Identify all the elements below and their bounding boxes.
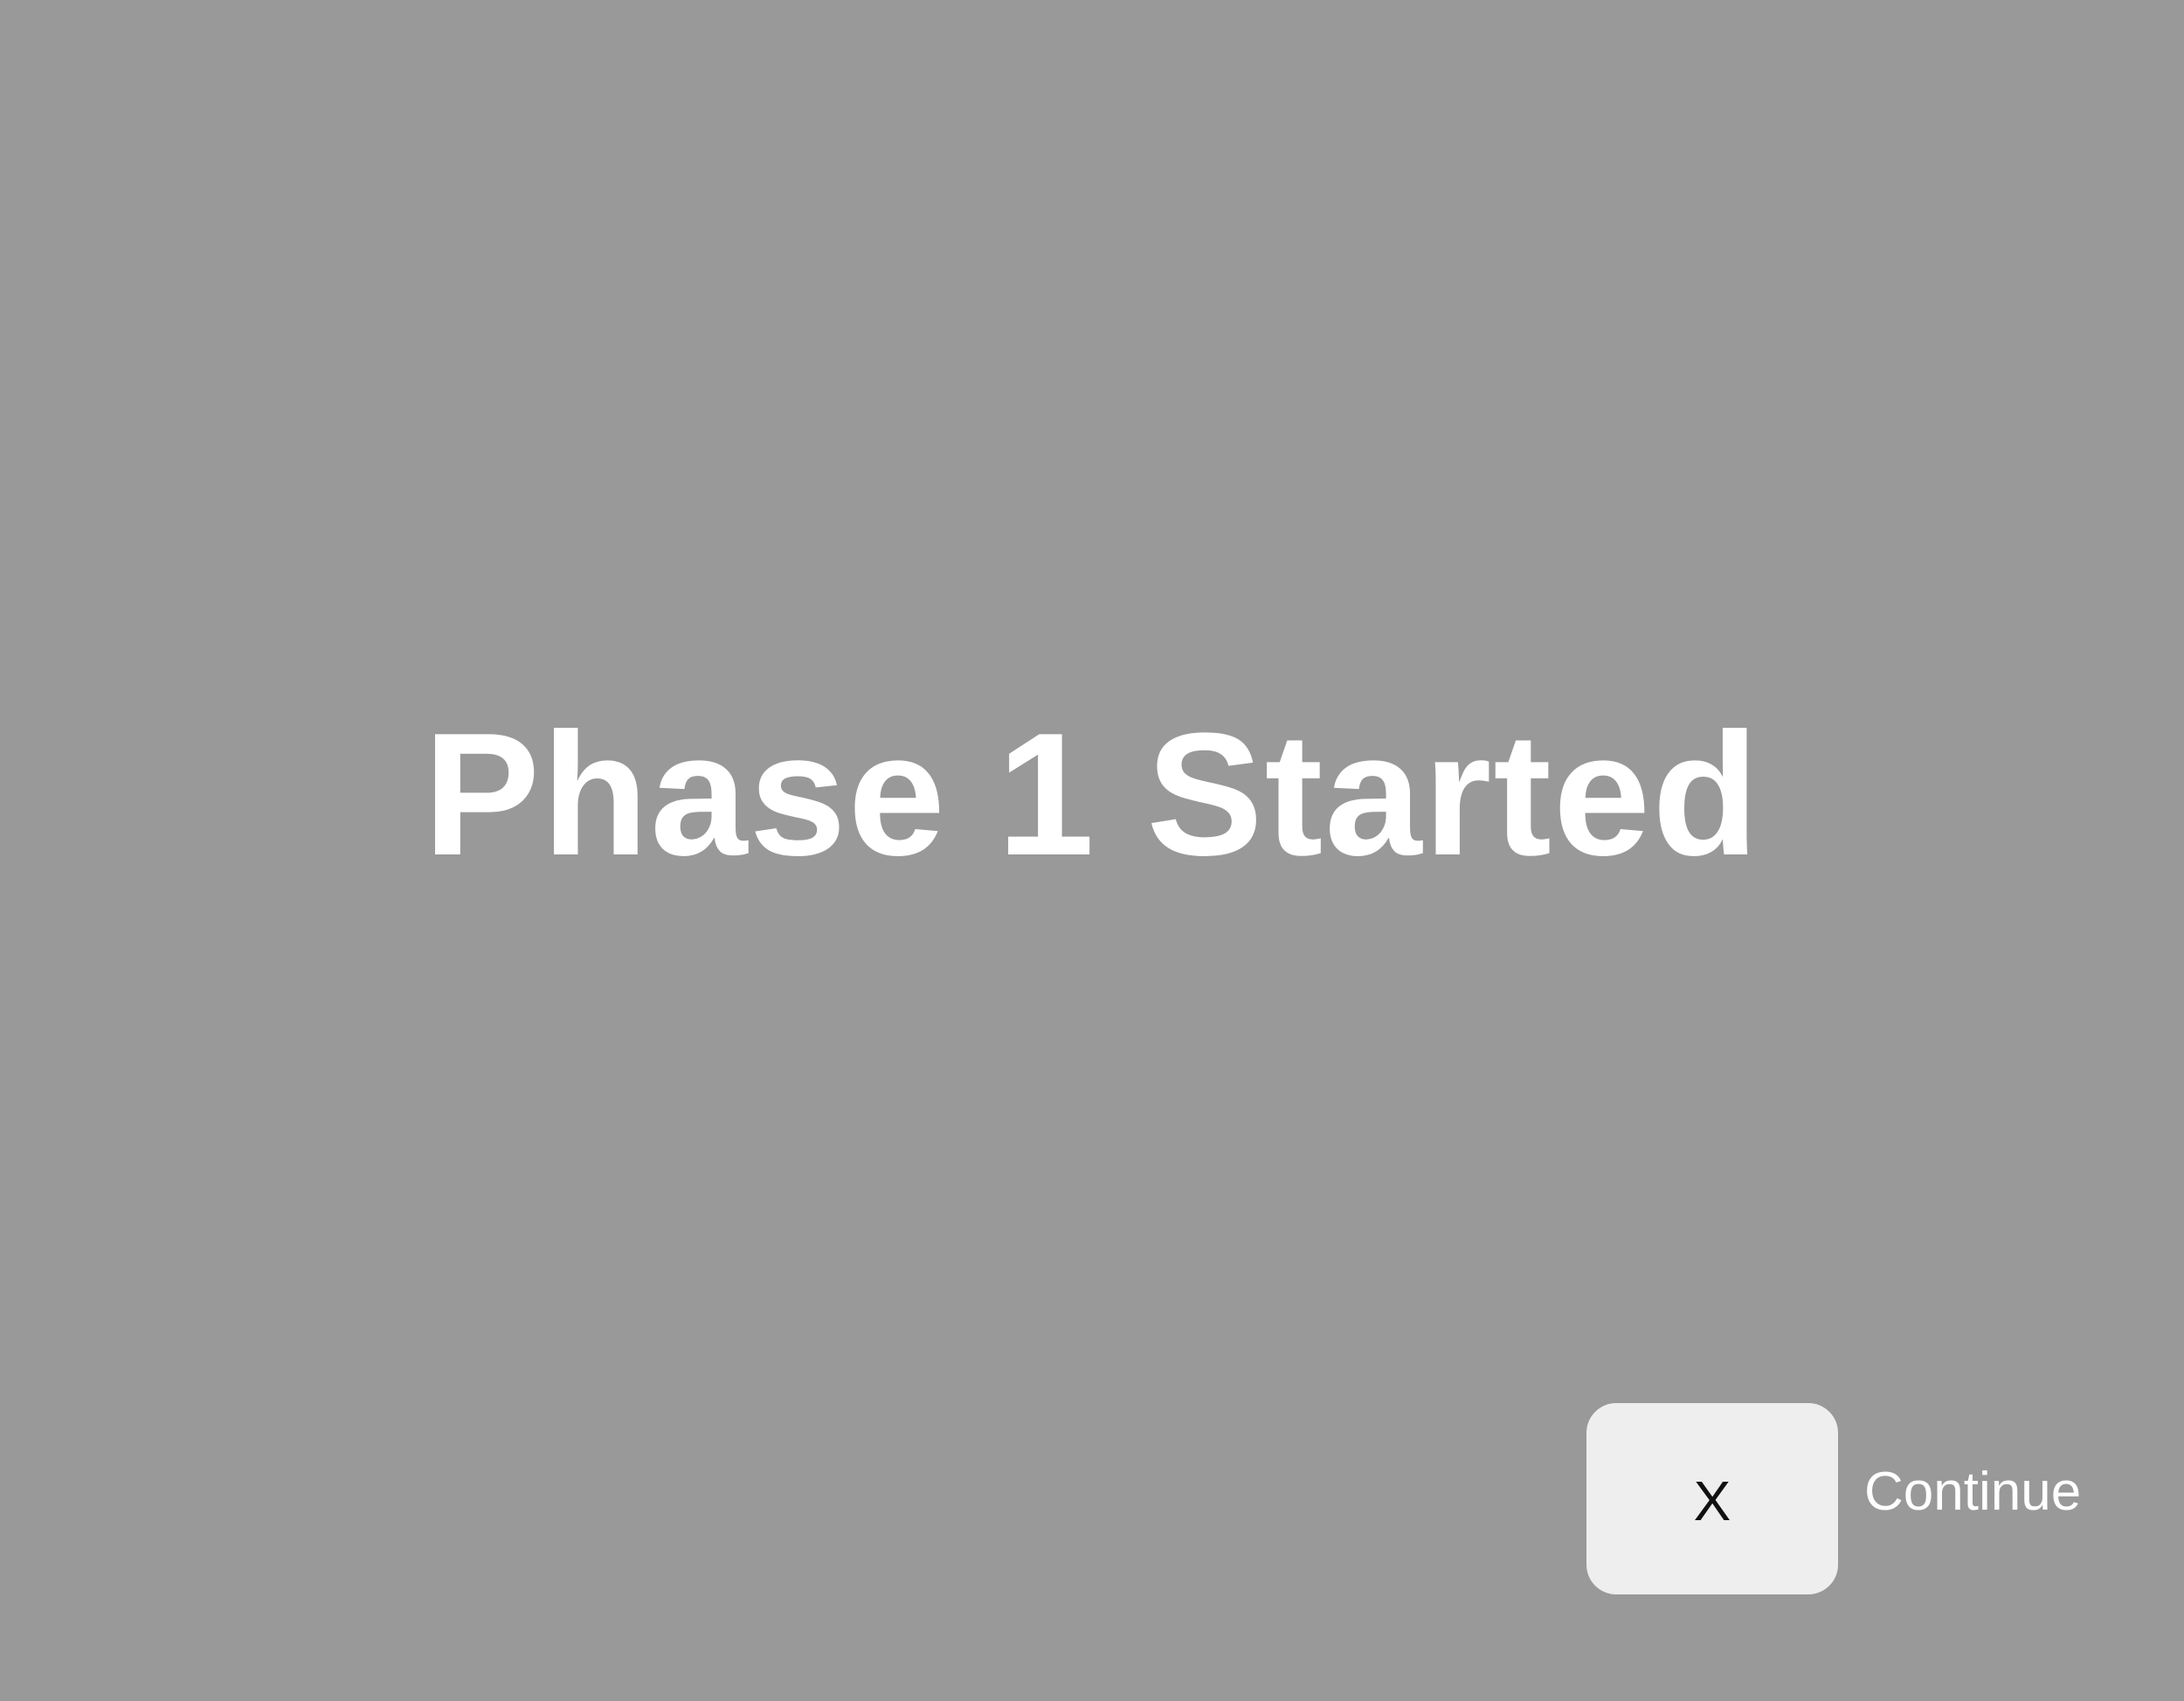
continue-control[interactable]: X Continue <box>1586 1403 2081 1594</box>
phase-screen: Phase 1 Started X Continue <box>0 0 2184 1701</box>
phase-title: Phase 1 Started <box>423 697 1761 892</box>
continue-label[interactable]: Continue <box>1864 1464 2081 1519</box>
continue-key-button[interactable]: X <box>1586 1403 1838 1594</box>
